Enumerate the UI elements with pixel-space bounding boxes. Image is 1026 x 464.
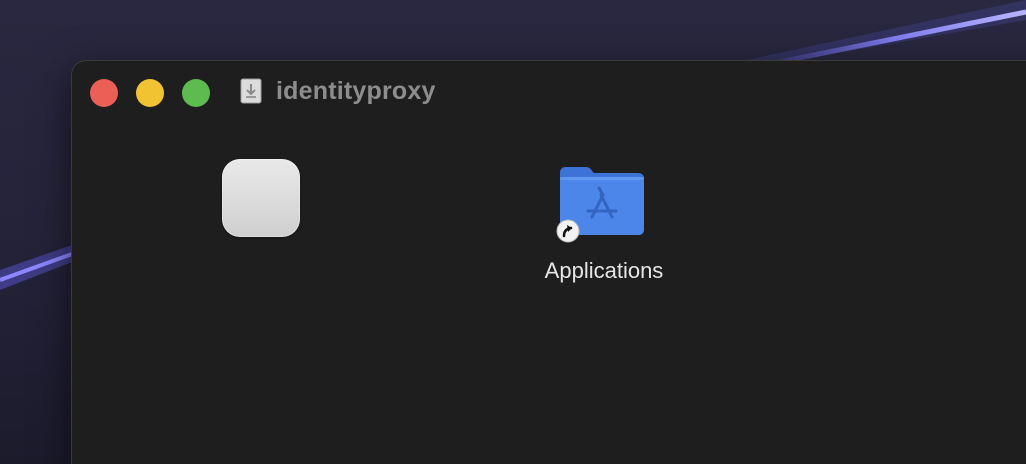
finder-window: identityproxy Applications	[72, 61, 1026, 464]
app-icon[interactable]	[222, 159, 300, 237]
minimize-button[interactable]	[136, 79, 164, 107]
app-item[interactable]	[222, 159, 302, 239]
zoom-button[interactable]	[182, 79, 210, 107]
window-title: identityproxy	[276, 77, 436, 105]
close-button[interactable]	[90, 79, 118, 107]
alias-arrow-icon	[556, 219, 580, 243]
title-bar[interactable]: identityproxy	[72, 61, 1026, 123]
applications-label: Applications	[544, 258, 664, 283]
disk-image-icon	[240, 78, 262, 104]
applications-alias-item[interactable]: Applications	[518, 157, 690, 297]
